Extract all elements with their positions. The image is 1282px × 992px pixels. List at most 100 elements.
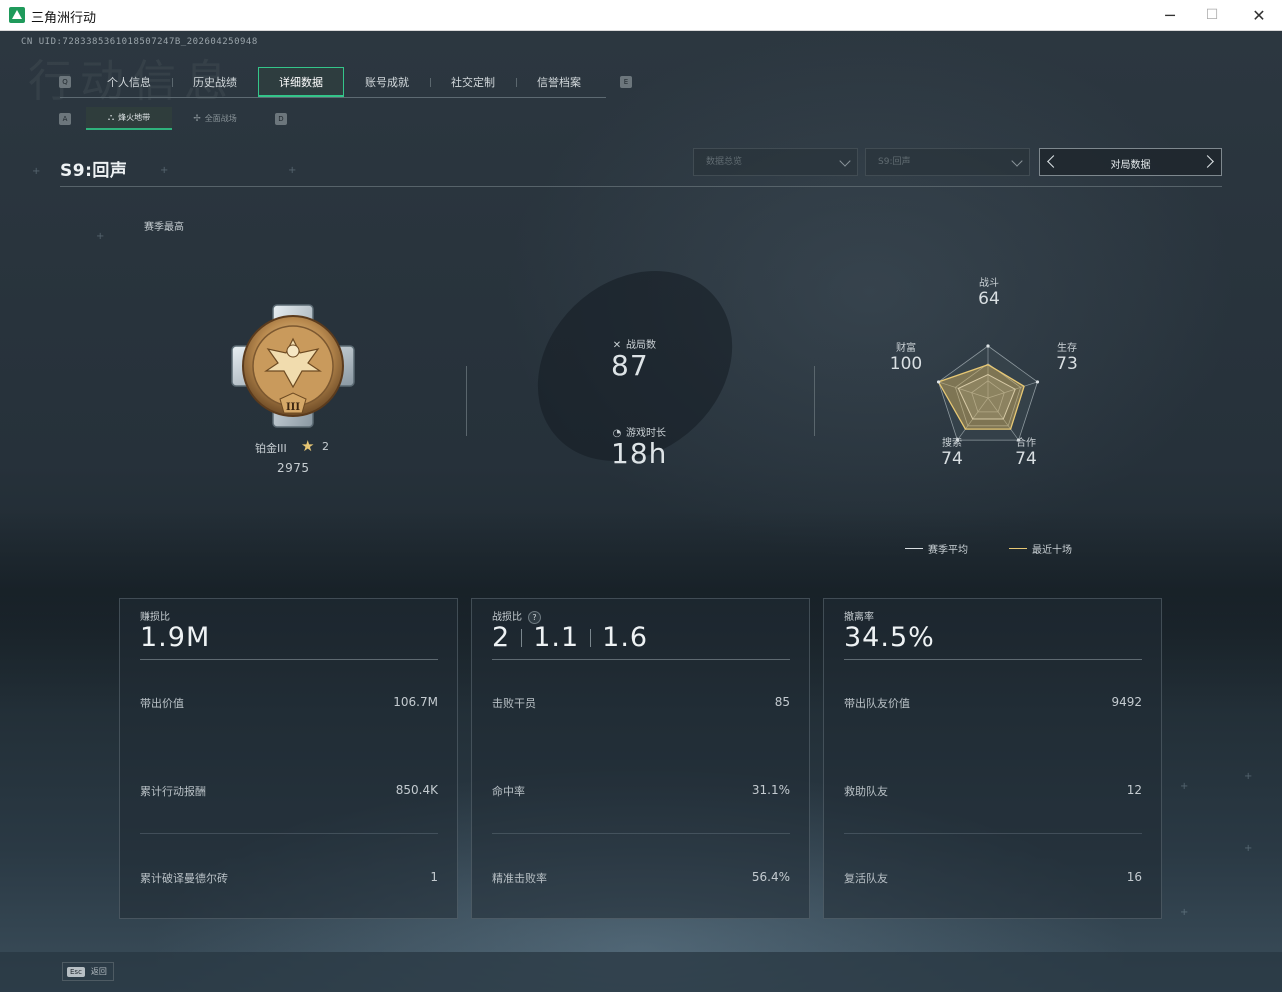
stat-value: 16: [1126, 870, 1142, 884]
profit-loss-card: 赚损比 1.9M 带出价值 106.7M 累计行动报酬 850.4K 累计破译曼德尔…: [119, 598, 458, 919]
card-header-value: 34.5%: [844, 622, 935, 653]
row-divider: [844, 833, 1142, 834]
stat-value: 56.4%: [751, 870, 790, 884]
tab-personal-info[interactable]: 个人信息: [86, 67, 172, 97]
play-time-value: 18h: [611, 437, 668, 470]
kd-value: 2: [492, 622, 511, 653]
radar-value-wealth: 100: [889, 354, 923, 374]
esc-key-icon: Esc: [67, 966, 85, 977]
tab-achievements[interactable]: 账号成就: [344, 67, 430, 97]
card-header-label: 赚损比: [140, 612, 170, 623]
season-title: S9:回声: [60, 161, 128, 181]
stat-row: 累计破译曼德尔砖 1: [140, 870, 438, 886]
rank-score: 2975: [277, 461, 310, 475]
back-label: 返回: [90, 967, 107, 976]
stat-value: 1: [430, 870, 438, 884]
legend-label: 赛季平均: [928, 545, 968, 556]
stat-label: 带出队友价值: [844, 697, 910, 710]
decor-plus: +: [1180, 907, 1189, 918]
chevron-down-icon: [1011, 155, 1023, 167]
stat-value: 12: [1126, 783, 1142, 797]
bottom-bar: [0, 952, 1282, 992]
radar-label-survival: 生存: [1057, 343, 1077, 354]
card-divider: [492, 659, 790, 660]
crosshair-icon: ✢: [193, 113, 201, 124]
stat-label: 救助队友: [844, 785, 888, 798]
legend-season-average: 赛季平均: [905, 541, 968, 556]
rank-name: 铂金III: [255, 442, 287, 455]
radar-value-search: 74: [941, 449, 963, 469]
radar-label-combat: 战斗: [979, 278, 999, 289]
stat-value: 31.1%: [751, 783, 790, 797]
radar-label-teamwork: 合作: [1016, 438, 1036, 449]
kd-separator: [521, 628, 523, 647]
tab-history[interactable]: 历史战绩: [172, 67, 258, 97]
stat-value: 9492: [1111, 695, 1142, 709]
tab-detailed-data[interactable]: 详细数据: [258, 67, 344, 97]
vertical-divider: [814, 366, 815, 436]
beacon-icon: ⛬: [107, 112, 115, 123]
rank-star-count: 2: [322, 440, 329, 453]
decor-plus: +: [1180, 781, 1189, 792]
key-hint-a: A: [59, 113, 71, 125]
subtab-label: 全面战场: [204, 114, 237, 123]
card-header-value: 1.9M: [140, 622, 211, 653]
season-select[interactable]: S9:回声: [865, 148, 1030, 176]
kd-value: 1.1: [533, 622, 580, 653]
star-icon: ★: [301, 437, 315, 455]
kd-ratio-card: 战损比? 2 1.1 1.6 击败干员 85 命中率 31.1% 精准击败率 56.4…: [471, 598, 810, 919]
tabs-underline: [60, 97, 606, 98]
stat-row: 命中率 31.1%: [492, 783, 790, 799]
tab-reputation[interactable]: 信誉档案: [516, 67, 602, 97]
stat-label: 击败干员: [492, 697, 536, 710]
stat-row: 击败干员 85: [492, 695, 790, 711]
extraction-rate-card: 撤离率 34.5% 带出队友价值 9492 救助队友 12 复活队友 16: [823, 598, 1162, 919]
key-hint-e: E: [620, 76, 632, 88]
section-divider: [60, 186, 1222, 187]
row-divider: [492, 833, 790, 834]
select-value: S9:回声: [878, 157, 911, 167]
card-header-label: 撤离率: [844, 612, 874, 623]
radar-value-survival: 73: [1056, 354, 1078, 374]
decor-plus: +: [1244, 843, 1253, 854]
close-button[interactable]: ✕: [1236, 0, 1282, 30]
subtab-label: 烽火地带: [118, 113, 151, 122]
stat-label: 命中率: [492, 785, 525, 798]
stat-value: 85: [774, 695, 790, 709]
pager-label: 对局数据: [1110, 160, 1151, 171]
back-button[interactable]: Esc 返回: [62, 962, 114, 981]
legend-swatch: [905, 548, 923, 549]
key-hint-d: D: [275, 113, 287, 125]
row-divider: [140, 833, 438, 834]
match-data-pager: 对局数据: [1039, 148, 1222, 176]
legend-recent-ten: 最近十场: [1009, 541, 1072, 556]
subtab-extraction-zone[interactable]: ⛬ 烽火地带: [86, 107, 172, 130]
game-viewport: 行动信息 + + + + + + + + CN UID:728338536101…: [0, 31, 1282, 992]
window-titlebar: 三角洲行动 ─ ☐ ✕: [0, 0, 1282, 31]
rank-medal-icon: III: [231, 304, 355, 428]
sub-tabs: ⛬ 烽火地带 ✢ 全面战场: [86, 107, 258, 130]
stat-label: 带出价值: [140, 697, 184, 710]
stat-label: 累计行动报酬: [140, 785, 206, 798]
stat-label: 累计破译曼德尔砖: [140, 872, 228, 885]
key-hint-q: Q: [59, 76, 71, 88]
chevron-down-icon: [839, 155, 851, 167]
stat-label: 精准击败率: [492, 872, 547, 885]
data-type-select[interactable]: 数据总览: [693, 148, 858, 176]
stat-row: 带出价值 106.7M: [140, 695, 438, 711]
decor-plus: +: [288, 165, 297, 176]
radar-value-teamwork: 74: [1015, 449, 1037, 469]
radar-axis-point: [936, 380, 941, 384]
tab-social[interactable]: 社交定制: [430, 67, 516, 97]
stat-value: 106.7M: [393, 695, 438, 709]
stat-row: 带出队友价值 9492: [844, 695, 1142, 711]
main-tabs: 个人信息 历史战绩 详细数据 账号成就 社交定制 信誉档案: [86, 67, 602, 97]
stat-row: 精准击败率 56.4%: [492, 870, 790, 886]
maximize-button[interactable]: ☐: [1189, 0, 1235, 30]
minimize-button[interactable]: ─: [1147, 0, 1193, 30]
player-uid: CN UID:7283385361018507247B_202604250948: [21, 37, 258, 47]
radar-value-combat: 64: [978, 289, 1000, 309]
subtab-full-battlefield[interactable]: ✢ 全面战场: [172, 107, 258, 130]
window-title: 三角洲行动: [31, 11, 97, 26]
radar-axis-point: [986, 344, 990, 348]
